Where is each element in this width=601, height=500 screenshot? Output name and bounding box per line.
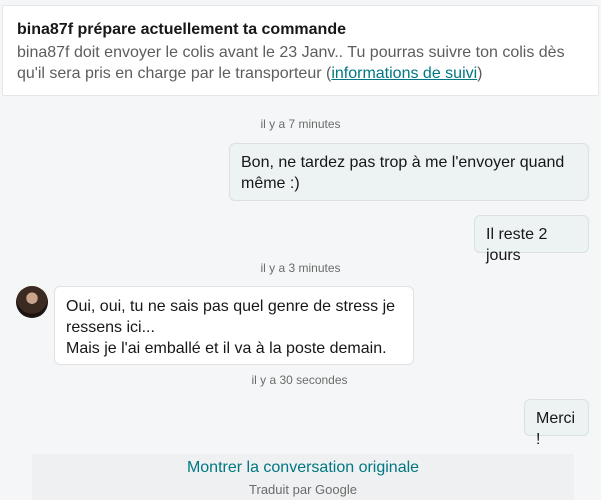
message-line: Bon, ne tardez pas trop à me l'envoyer q… xyxy=(241,154,565,171)
message-line: ressens ici... xyxy=(66,319,155,336)
message-line: même :) xyxy=(241,175,300,192)
outgoing-message: Merci ! xyxy=(524,399,589,448)
message-line: Mais je l'ai emballé et il va à la poste… xyxy=(66,340,387,357)
show-original-link[interactable]: Montrer la conversation originale xyxy=(32,459,574,477)
message-timestamp: il y a 3 minutes xyxy=(260,261,341,275)
seller-avatar[interactable] xyxy=(16,286,48,318)
message-line: Merci ! xyxy=(536,410,576,448)
message-timestamp: il y a 7 minutes xyxy=(260,117,341,131)
tracking-info-link[interactable]: informations de suivi xyxy=(331,65,477,82)
message-timestamp: il y a 30 secondes xyxy=(251,373,348,387)
outgoing-message: Il reste 2 jours xyxy=(474,215,589,264)
order-status-body: bina87f doit envoyer le colis avant le 2… xyxy=(17,42,584,84)
translated-by-label: Traduit par Google xyxy=(249,482,357,497)
conversation-view: bina87f prépare actuellement ta commande… xyxy=(0,0,601,500)
outgoing-message: Bon, ne tardez pas trop à me l'envoyer q… xyxy=(229,143,589,201)
order-status-banner: bina87f prépare actuellement ta commande… xyxy=(2,5,599,96)
message-line: Oui, oui, tu ne sais pas quel genre de s… xyxy=(66,298,396,315)
order-status-text-end: ) xyxy=(477,65,483,82)
translation-notice: Montrer la conversation originale Tradui… xyxy=(32,454,574,500)
message-thread: il y a 7 minutes Bon, ne tardez pas trop… xyxy=(0,100,601,500)
order-status-title: bina87f prépare actuellement ta commande xyxy=(17,21,346,38)
message-line: Il reste 2 jours xyxy=(486,226,548,264)
incoming-message: Oui, oui, tu ne sais pas quel genre de s… xyxy=(54,286,414,365)
